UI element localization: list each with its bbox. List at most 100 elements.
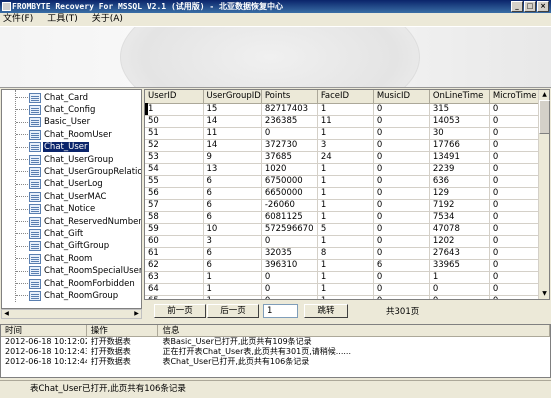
close-button[interactable]: × [537,1,549,12]
tree-item[interactable]: Chat_Gift [16,227,84,240]
table-cell[interactable]: 13 [203,163,262,176]
tree-item[interactable]: Chat_Card [16,91,89,104]
table-cell[interactable]: 32035 [261,247,318,260]
table-cell[interactable]: 14053 [429,115,490,128]
scroll-down-icon[interactable]: ▼ [539,289,550,299]
tree-item[interactable]: Chat_ReservedNumber [16,215,141,228]
table-cell[interactable]: 55 [145,175,204,188]
table-cell[interactable]: 6 [203,187,262,200]
table-cell[interactable]: 0 [489,295,542,299]
log-row[interactable]: 2012-06-18 10:12:44 打开数据表 表Chat_User已打开,此页… [1,357,550,367]
table-cell[interactable]: 6 [203,175,262,188]
table-cell[interactable]: 63 [145,271,204,284]
table-cell[interactable]: 6 [203,247,262,260]
table-cell[interactable]: 1 [317,235,374,248]
table-cell[interactable]: 372730 [261,139,318,152]
table-cell[interactable]: 1 [429,271,490,284]
table-row[interactable]: 54 13 1020 1 0 2239 0 [145,163,542,176]
grid-vertical-scrollbar[interactable]: ▲ ▼ [538,90,550,299]
table-cell[interactable]: 0 [489,139,542,152]
table-cell[interactable]: 0 [489,247,542,260]
table-cell[interactable]: 65 [145,295,204,299]
table-row[interactable]: 50 14 236385 11 0 14053 0 [145,115,542,128]
table-cell[interactable]: 0 [373,127,430,140]
table-cell[interactable]: 6750000 [261,175,318,188]
tree-item[interactable]: Chat_UserGroup [16,153,114,166]
table-cell[interactable]: 7534 [429,211,490,224]
prev-page-button[interactable]: 前一页 [154,304,206,318]
table-cell[interactable]: 82717403 [261,103,318,116]
table-cell[interactable]: 7192 [429,199,490,212]
go-page-button[interactable]: 跳转 [304,304,348,318]
table-cell[interactable]: 0 [373,271,430,284]
log-header-info[interactable]: 信息 [158,325,550,336]
table-row[interactable]: 57 6 -26060 1 0 7192 0 [145,199,542,212]
table-cell[interactable]: 58 [145,211,204,224]
table-cell[interactable]: 14 [203,115,262,128]
tree-item[interactable]: Chat_RoomSpecialUser [16,265,141,278]
table-cell[interactable]: 1 [317,211,374,224]
table-cell[interactable]: 0 [373,151,430,164]
next-page-button[interactable]: 后一页 [207,304,259,318]
table-cell[interactable]: 0 [489,283,542,296]
table-cell[interactable]: 0 [489,115,542,128]
tree-item[interactable]: Chat_RoomUser [16,128,113,141]
table-cell[interactable]: 0 [429,295,490,299]
table-cell[interactable]: 59 [145,223,204,236]
tree-item[interactable]: Chat_UserGroupRelation [16,165,141,178]
table-cell[interactable]: 1 [317,127,374,140]
table-cell[interactable]: 62 [145,259,204,272]
table-cell[interactable]: 0 [373,247,430,260]
tree-item[interactable]: Chat_User [16,141,89,154]
log-header-time[interactable]: 时间 [1,325,87,336]
table-cell[interactable]: 64 [145,283,204,296]
table-cell[interactable]: 56 [145,187,204,200]
table-cell[interactable]: 24 [317,151,374,164]
tree-item[interactable]: Chat_Notice [16,203,96,216]
table-cell[interactable]: 0 [373,283,430,296]
table-cell[interactable]: 6 [373,259,430,272]
table-cell[interactable]: 11 [203,127,262,140]
table-cell[interactable]: 1 [317,295,374,299]
tree-item[interactable]: Basic_User [16,116,91,129]
table-cell[interactable]: 9 [203,151,262,164]
table-row[interactable]: 62 6 396310 1 6 33965 0 [145,259,542,272]
table-cell[interactable]: 5 [317,223,374,236]
table-cell[interactable]: 50 [145,115,204,128]
table-cell[interactable]: 0 [489,163,542,176]
table-cell[interactable]: 0 [373,199,430,212]
table-row[interactable]: 65101000 [145,295,542,299]
table-cell[interactable]: 53 [145,151,204,164]
tree-item[interactable]: Chat_RoomForbidden [16,277,136,290]
table-cell[interactable]: 1 [317,283,374,296]
column-header[interactable]: MicroTime [489,90,542,104]
column-header[interactable]: UserGroupID [203,90,262,104]
table-cell[interactable]: 8 [317,247,374,260]
table-row[interactable]: 52 14 372730 3 0 17766 0 [145,139,542,152]
table-cell[interactable]: 129 [429,187,490,200]
table-cell[interactable]: 1 [203,283,262,296]
table-cell[interactable]: 60 [145,235,204,248]
log-row[interactable]: 2012-06-18 10:12:02 打开数据表 表Basic_User已打开,此… [1,337,550,347]
table-cell[interactable]: 572596670 [261,223,318,236]
tree-item[interactable]: Chat_RoomGroup [16,289,119,302]
table-cell[interactable]: 52 [145,139,204,152]
column-header[interactable]: OnLineTime [429,90,490,104]
table-cell[interactable]: 6 [203,211,262,224]
data-grid[interactable]: UserID UserGroupID Points FaceID MusicID OnLi… [144,89,550,300]
table-cell[interactable]: 1 [317,199,374,212]
tree-horizontal-scrollbar[interactable]: ◀ ▶ [1,309,142,319]
tree-item[interactable]: Chat_UserLog [16,178,104,191]
table-cell[interactable]: 0 [429,283,490,296]
table-cell[interactable]: 0 [261,271,318,284]
table-cell[interactable]: 0 [373,235,430,248]
table-cell[interactable]: 3 [203,235,262,248]
table-row[interactable]: 64 1 0 1 0 0 0 [145,283,542,296]
table-cell[interactable]: 1 [317,187,374,200]
table-cell[interactable]: 11 [317,115,374,128]
scroll-right-icon[interactable]: ▶ [132,310,141,318]
table-cell[interactable]: 15 [203,103,262,116]
table-cell[interactable]: 6081125 [261,211,318,224]
table-cell[interactable]: 17766 [429,139,490,152]
table-cell[interactable]: 0 [373,115,430,128]
